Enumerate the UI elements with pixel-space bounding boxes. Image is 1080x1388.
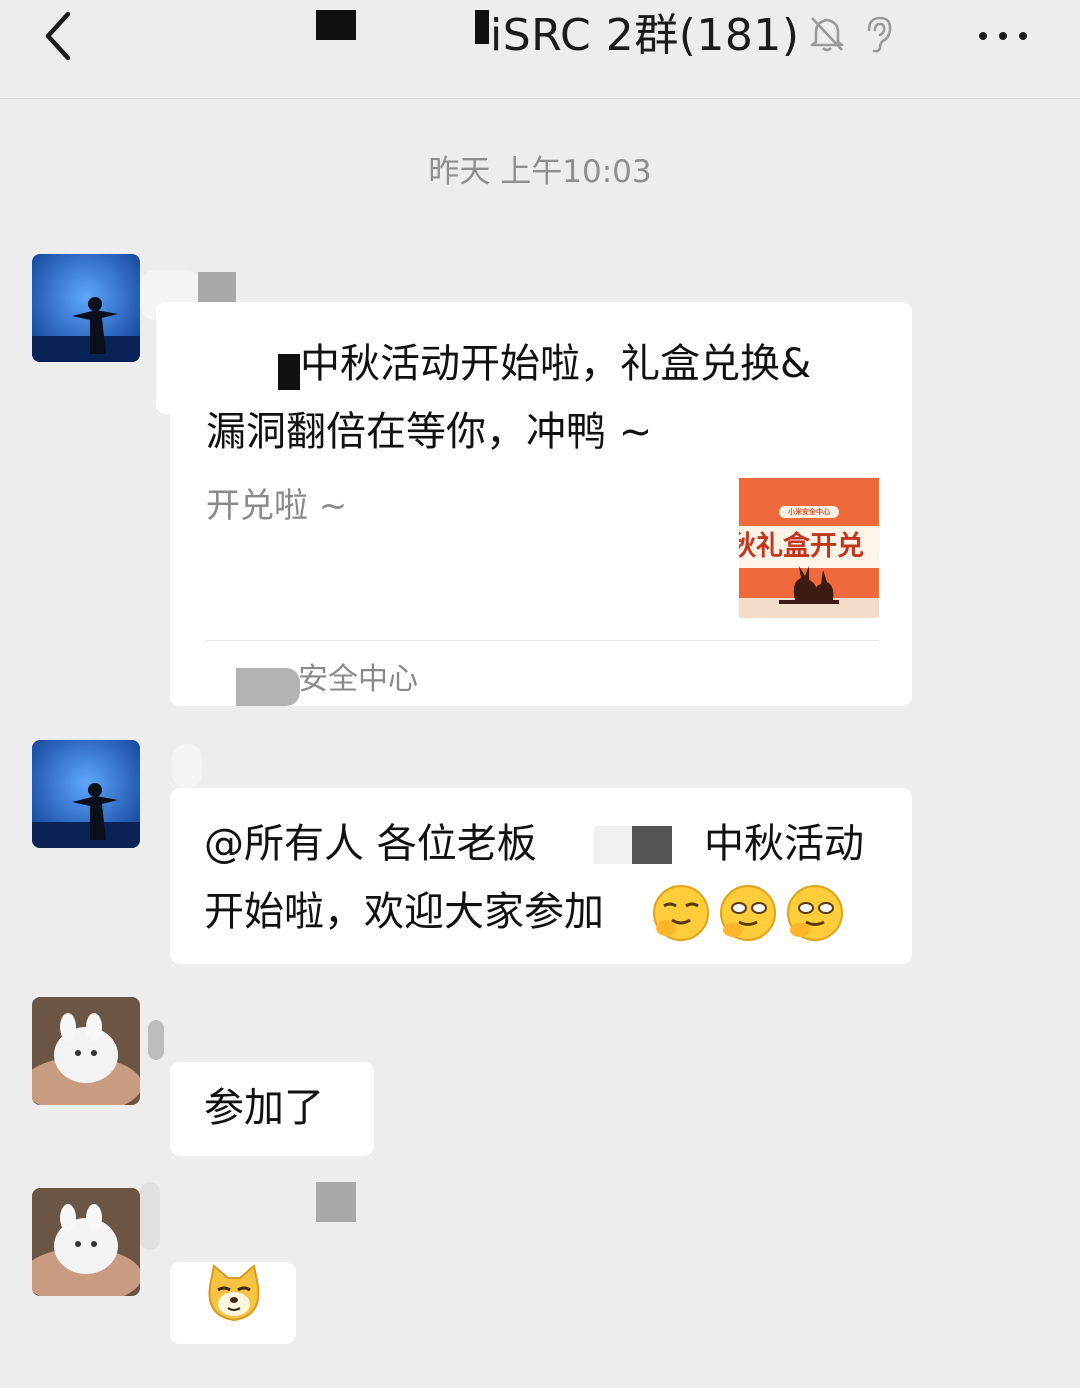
more-button[interactable] (975, 22, 1031, 50)
message-line1-tail: 中秋活动 (704, 821, 864, 867)
message-text: 参加了 (204, 1085, 324, 1131)
sticker-message[interactable] (170, 1262, 296, 1344)
card-thumbnail: 小米安全中心 秋礼盒开兑 (739, 478, 879, 618)
card-footer-source: 安全中心 (298, 662, 418, 697)
bell-off-icon (810, 17, 844, 52)
nickname-blur (172, 744, 202, 788)
chat-header: iSRC 2群(181) (0, 0, 1080, 99)
sly-smile-emoji-icon (653, 885, 709, 941)
redaction-block (594, 826, 632, 864)
avatar[interactable] (32, 997, 140, 1105)
message-timestamp: 昨天 上午10:03 (428, 154, 652, 190)
back-button[interactable] (40, 10, 84, 62)
card-title-line2: 漏洞翻倍在等你，冲鸭 ~ (206, 409, 653, 455)
emoji-group (650, 882, 846, 944)
link-card-message[interactable]: 中秋活动开始啦，礼盒兑换& 漏洞翻倍在等你，冲鸭 ~ 开兑啦 ~ 小米安全中心 … (156, 302, 912, 706)
avatar[interactable] (32, 1188, 140, 1296)
avatar-image (32, 254, 140, 362)
source-redaction (236, 668, 300, 706)
avatar[interactable] (32, 740, 140, 848)
redaction-block (475, 10, 489, 44)
avatar-image (32, 1188, 140, 1296)
avatar[interactable] (32, 254, 140, 362)
avatar-image (32, 997, 140, 1105)
nickname-redaction (316, 1182, 356, 1222)
doge-emoji-icon (208, 1264, 260, 1322)
page-title: iSRC 2群(181) (490, 10, 800, 61)
nickname-blur (140, 1182, 160, 1250)
nickname-blur (148, 1020, 164, 1060)
message-line2-text: 开始啦，欢迎大家参加 (204, 889, 604, 935)
chevron-left-icon (45, 11, 71, 61)
rabbit-silhouette-icon (739, 566, 879, 618)
message-line2: 开始啦，欢迎大家参加 (204, 878, 604, 946)
sly-smile-emoji-icon (720, 885, 777, 941)
redaction-block (316, 10, 356, 40)
sly-smile-emoji-icon (787, 885, 844, 941)
redaction-block (632, 826, 672, 864)
card-divider (206, 640, 879, 641)
ear-icon (867, 16, 892, 53)
card-subtitle: 开兑啦 ~ (206, 486, 348, 526)
text-message[interactable]: 参加了 (170, 1062, 374, 1156)
more-icon (979, 32, 1027, 40)
thumbnail-badge: 小米安全中心 (779, 506, 839, 518)
redaction-block (278, 354, 300, 390)
text-message[interactable]: @所有人 各位老板 中秋活动 开始啦，欢迎大家参加 (170, 788, 912, 964)
message-line1-mention: @所有人 各位老板 (204, 821, 537, 867)
avatar-image (32, 740, 140, 848)
card-title-line1: 中秋活动开始啦，礼盒兑换& (300, 341, 812, 387)
